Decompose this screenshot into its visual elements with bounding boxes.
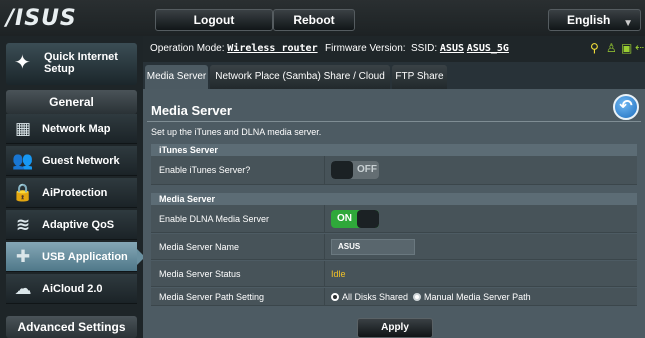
server-name-row: Media Server Name ASUS [151,234,637,260]
enable-itunes-label: Enable iTunes Server? [151,156,325,184]
sidebar-item-label: AiCloud 2.0 [42,283,103,295]
path-setting-label: Media Server Path Setting [151,288,325,305]
sidebar-item-guest-network[interactable]: 👥 Guest Network [6,146,137,176]
manual-path-radio[interactable] [413,292,422,301]
ssid-5g-link[interactable]: ASUS_5G [467,43,509,54]
manual-path-label: Manual Media Server Path [424,291,531,302]
toggle-knob [331,161,353,179]
server-name-label: Media Server Name [151,234,325,259]
server-status-value: Idle [331,268,346,279]
sidebar-item-aicloud[interactable]: ☁ AiCloud 2.0 [6,274,137,304]
lock-icon: 🔒 [12,183,34,202]
router-admin-page: /ISUS Logout Reboot English ▼ ✦ Quick In… [0,0,645,338]
reboot-button[interactable]: Reboot [273,9,355,31]
divider [147,121,641,122]
language-label: English [567,13,611,27]
main-content: Media Server ↶ Set up the iTunes and DLN… [143,89,645,338]
sidebar: ✦ Quick Internet Setup General ▦ Network… [0,36,145,338]
tab-network-place[interactable]: Network Place (Samba) Share / Cloud Disk [210,65,390,106]
firmware-version-label: Firmware Version: [325,43,406,54]
language-select[interactable]: English ▼ [548,9,641,31]
sidebar-item-network-map[interactable]: ▦ Network Map [6,114,137,144]
server-status-row: Media Server Status Idle [151,261,637,287]
network-status-icon[interactable]: ▣ [621,41,632,55]
operation-mode-link[interactable]: Wireless router [227,43,317,54]
sidebar-item-label: Guest Network [42,155,120,167]
tab-ftp-share[interactable]: FTP Share [392,65,447,89]
server-name-input[interactable]: ASUS [331,238,415,255]
status-info-bar: Operation Mode: Wireless router Firmware… [143,36,645,62]
network-map-icon: ▦ [14,119,32,138]
guest-network-icon: 👥 [12,151,34,170]
page-description: Set up the iTunes and DLNA media server. [151,127,322,137]
all-disks-radio[interactable] [331,292,339,301]
sidebar-item-adaptive-qos[interactable]: ≋ Adaptive QoS [6,210,137,240]
cloud-icon: ☁ [14,279,32,298]
sidebar-item-aiprotection[interactable]: 🔒 AiProtection [6,178,137,208]
asus-logo: /ISUS [6,6,77,31]
toggle-state-text: OFF [357,164,377,175]
sidebar-item-label: Adaptive QoS [42,219,115,231]
page-title: Media Server [151,103,232,118]
usb-status-icon[interactable]: ⚲ [590,41,599,55]
path-setting-row: Media Server Path Setting All Disks Shar… [151,288,637,306]
sidebar-item-label: AiProtection [42,187,108,199]
qos-icon: ≋ [15,215,31,234]
sidebar-item-usb-application[interactable]: ✚ USB Application [6,242,145,272]
operation-mode-label: Operation Mode: [150,43,225,54]
itunes-section-header: iTunes Server [151,144,637,156]
enable-dlna-label: Enable DLNA Media Server [151,205,325,232]
client-status-icon[interactable]: ♙ [606,41,617,55]
tab-media-server[interactable]: Media Server [145,65,208,89]
dlna-server-toggle[interactable]: ON [331,209,379,228]
dlna-row: Enable DLNA Media Server ON [151,205,637,233]
apply-button[interactable]: Apply [357,318,433,338]
top-bar: /ISUS Logout Reboot English ▼ [0,0,645,36]
back-arrow-icon[interactable]: ↶ [613,94,639,120]
magic-wand-icon: ✦ [14,52,31,74]
toggle-state-text: ON [337,212,352,224]
advanced-settings-header: Advanced Settings [6,316,137,338]
ssid-2g-link[interactable]: ASUS [440,43,464,54]
quick-internet-setup-button[interactable]: ✦ Quick Internet Setup [6,43,137,85]
itunes-server-toggle[interactable]: OFF [331,161,379,179]
ssid-label: SSID: [411,43,438,54]
tab-bar: Media Server Network Place (Samba) Share… [143,65,645,106]
general-section-header: General [6,90,137,114]
media-section-header: Media Server [151,193,637,205]
server-status-label: Media Server Status [151,261,325,286]
usb-device-icon[interactable]: ⇠ [635,41,644,54]
itunes-row: Enable iTunes Server? OFF [151,156,637,185]
chevron-down-icon: ▼ [623,18,633,29]
all-disks-label: All Disks Shared [342,291,409,302]
toggle-knob [357,209,379,228]
sidebar-item-label: Network Map [42,123,111,135]
usb-puzzle-icon: ✚ [15,247,31,266]
quick-internet-setup-label: Quick Internet Setup [44,51,118,75]
sidebar-item-label: USB Application [42,251,128,263]
logout-button[interactable]: Logout [155,9,273,31]
